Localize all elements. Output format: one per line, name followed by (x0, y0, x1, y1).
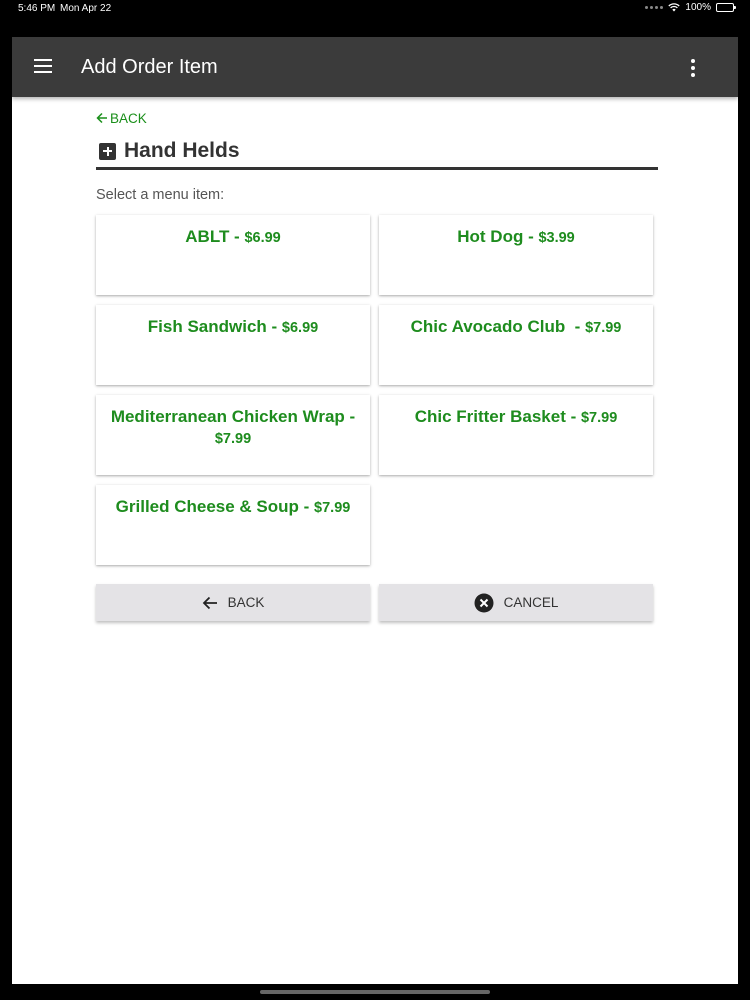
menu-item-name: Hot Dog (457, 227, 524, 246)
menu-item-card[interactable]: Grilled Cheese & Soup - $7.99 (96, 485, 370, 565)
menu-item-name: Grilled Cheese & Soup (115, 497, 299, 516)
menu-item-card[interactable]: Mediterranean Chicken Wrap - $7.99 (96, 395, 370, 475)
signal-dots-icon (645, 6, 664, 9)
menu-item-card[interactable]: Fish Sandwich - $6.99 (96, 305, 370, 385)
menu-item-price: $6.99 (281, 320, 319, 336)
battery-icon (716, 3, 736, 12)
menu-icon[interactable] (34, 59, 52, 73)
section-divider (96, 167, 658, 170)
status-date: Mon Apr 22 (60, 3, 112, 14)
wifi-icon (668, 3, 681, 12)
back-button[interactable]: BACK (96, 584, 370, 621)
status-indicators: 100% (645, 2, 736, 13)
battery-percent: 100% (685, 2, 711, 13)
select-prompt: Select a menu item: (96, 187, 225, 203)
arrow-left-icon (202, 596, 217, 609)
menu-item-price: $7.99 (314, 500, 351, 516)
plus-box-icon (99, 142, 116, 160)
menu-item-card[interactable]: Hot Dog - $3.99 (379, 215, 653, 295)
menu-item-price: $6.99 (244, 230, 281, 246)
menu-item-name: Fish Sandwich (147, 317, 267, 336)
app-bar: Add Order Item (12, 37, 738, 97)
close-circle-icon (474, 593, 494, 612)
arrow-left-icon (96, 112, 107, 124)
action-buttons: BACK CANCEL (96, 584, 658, 621)
status-time: 5:46 PM (18, 3, 56, 14)
back-link-label: BACK (110, 110, 147, 126)
section-title: Hand Helds (124, 139, 240, 162)
main-content: BACK Hand Helds Select a menu item: ABLT… (96, 110, 658, 621)
menu-item-card[interactable]: ABLT - $6.99 (96, 215, 370, 295)
cancel-button-label: CANCEL (503, 595, 559, 610)
menu-item-grid: ABLT - $6.99 Hot Dog - $3.99 Fish Sandwi… (96, 215, 658, 565)
app-window: Add Order Item BACK Hand Helds Select a … (12, 37, 738, 984)
menu-item-name: Mediterranean Chicken Wrap (110, 407, 345, 426)
menu-item-price: $7.99 (580, 410, 618, 426)
menu-item-card[interactable]: Chic Avocado Club - $7.99 (379, 305, 653, 385)
menu-item-name: ABLT (185, 227, 230, 246)
section-header: Hand Helds (96, 138, 658, 164)
menu-item-card[interactable]: Chic Fritter Basket - $7.99 (379, 395, 653, 475)
menu-item-name: Chic Fritter Basket (414, 407, 566, 426)
status-bar: 5:46 PM Mon Apr 22 100% (0, 0, 750, 24)
menu-item-name: Chic Avocado Club (410, 317, 570, 336)
menu-item-price: $7.99 (585, 320, 622, 336)
back-button-label: BACK (227, 595, 265, 610)
menu-item-price: $7.99 (214, 431, 252, 447)
home-indicator (260, 990, 490, 994)
more-vert-icon[interactable] (690, 59, 696, 77)
menu-item-price: $3.99 (538, 230, 575, 246)
cancel-button[interactable]: CANCEL (379, 584, 653, 621)
page-title: Add Order Item (81, 56, 218, 78)
back-link[interactable]: BACK (96, 110, 658, 126)
